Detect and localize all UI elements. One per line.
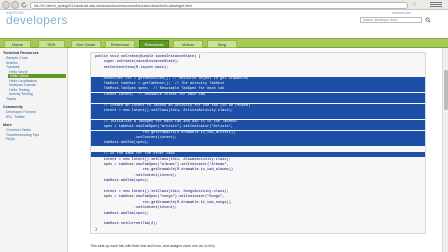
search-input[interactable]: search developer docs — [360, 17, 422, 23]
code-line-selected: intent = new Intent().setClass(this, Art… — [91, 109, 425, 114]
code-line: setContentView(R.layout.main); — [95, 65, 169, 70]
bookmark-star-icon[interactable]: ☆ — [412, 1, 417, 9]
sidebar-heading-technical-resources: Technical Resources — [3, 51, 39, 55]
code-line-selected: tabHost.addTab(spec); — [91, 141, 425, 147]
header-link[interactable]: Android.com — [392, 11, 411, 15]
address-bar[interactable]: file:///C:/devel_spring2011/android-sdk-… — [30, 1, 408, 9]
caption-body: This sets up each tab with their text an… — [90, 244, 204, 248]
code-line: .setContent(intent); — [95, 206, 177, 211]
menu-icon[interactable] — [430, 2, 442, 8]
tab-reference[interactable]: Reference — [105, 40, 135, 48]
main-nav: Home SDK Dev Guide Reference Resources V… — [0, 38, 448, 48]
code-line: spec = tabHost.newTabSpec("songs").setIn… — [95, 195, 225, 200]
caption-text: This sets up each tab with their text an… — [90, 244, 430, 248]
tab-resources[interactable]: Resources — [139, 40, 169, 48]
tab-blog[interactable]: Blog — [207, 40, 237, 48]
activity-link[interactable]: Activity — [204, 244, 215, 248]
code-line-selected: spec = tabHost.newTabSpec("artists").set… — [91, 125, 425, 131]
back-arrow-icon[interactable] — [2, 1, 10, 9]
code-line: res.getDrawable(R.drawable.ic_tab_albums… — [95, 168, 234, 173]
code-line: } — [95, 227, 98, 232]
code-line: intent = new Intent().setClass(this, Alb… — [95, 157, 231, 162]
code-line-selected: TabHost.TabSpec spec; // Resusable TabSp… — [91, 87, 425, 93]
sidebar-item-irc-twitter[interactable]: IRC, Twitter — [6, 115, 25, 119]
vertical-scrollbar[interactable] — [442, 48, 448, 252]
code-line: super.onCreate(savedInstanceState); — [95, 60, 180, 65]
sidebar: Technical Resources Sample Code Articles… — [0, 48, 68, 252]
site-logo[interactable]: developers — [6, 14, 68, 26]
tab-videos[interactable]: Videos — [173, 40, 203, 48]
tab-home[interactable]: Home — [4, 40, 31, 48]
sidebar-heading-more: More — [3, 123, 12, 127]
scrollbar-thumb[interactable] — [444, 70, 448, 110]
code-line-selected: // Create an Intent to launch an Activit… — [91, 103, 425, 109]
sidebar-item-topics[interactable]: Topics — [6, 97, 16, 101]
code-line-selected: Resources res = getResources(); // Resou… — [91, 76, 425, 82]
code-line-selected — [91, 98, 425, 104]
code-line: tabHost.addTab(spec); — [95, 211, 149, 216]
code-line: tabHost.addTab(spec); — [95, 179, 149, 184]
forward-arrow-icon[interactable] — [11, 1, 19, 9]
code-line-selected: // Do the same for the other tabs — [91, 152, 425, 158]
code-line: tabHost.setCurrentTab(2); — [95, 222, 158, 227]
tab-sdk[interactable]: SDK — [38, 40, 65, 48]
code-block[interactable]: public void onCreate(Bundle savedInstanc… — [90, 52, 426, 234]
code-line-selected: Intent intent; // Reusable Intent for ea… — [91, 92, 425, 98]
sidebar-heading-community: Community — [3, 105, 23, 109]
tab-dev-guide[interactable]: Dev Guide — [71, 40, 101, 48]
code-line-selected — [91, 114, 425, 120]
code-line-selected: res.getDrawable(R.drawable.ic_tab_artist… — [91, 130, 425, 136]
sidebar-item-faqs[interactable]: FAQs — [6, 137, 15, 141]
reload-icon[interactable] — [20, 1, 28, 9]
browser-toolbar: file:///C:/devel_spring2011/android-sdk-… — [0, 0, 448, 10]
search-icon[interactable] — [425, 17, 431, 23]
